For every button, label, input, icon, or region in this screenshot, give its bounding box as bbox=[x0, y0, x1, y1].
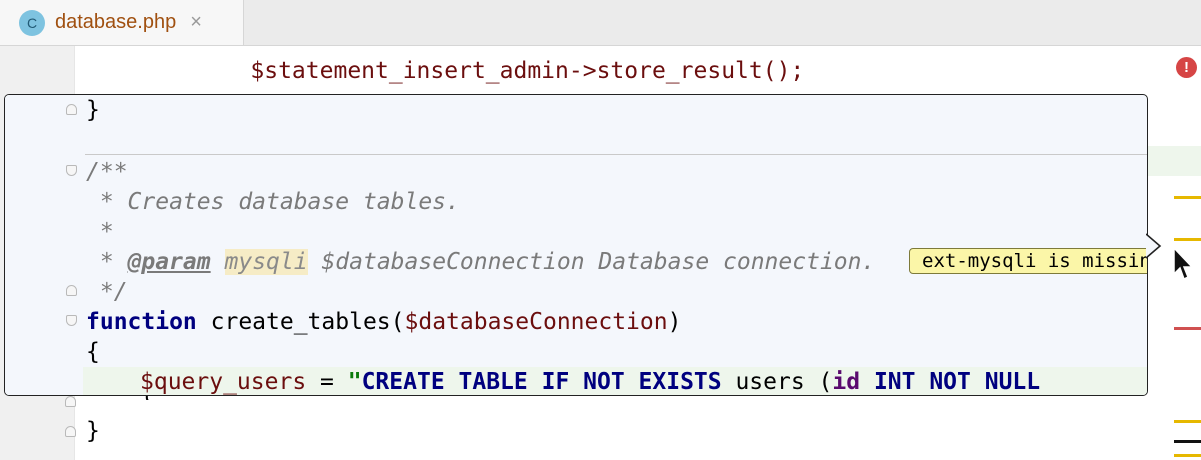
caret-marker[interactable] bbox=[1174, 440, 1201, 443]
function-open-brace: { bbox=[86, 339, 100, 365]
warning-marker[interactable] bbox=[1174, 196, 1201, 199]
fold-marker-icon[interactable] bbox=[66, 315, 77, 326]
error-marker[interactable] bbox=[1174, 327, 1201, 330]
editor-tab-bar: C database.php × bbox=[0, 0, 1201, 46]
code-line-store-result: $statement_insert_admin->store_result(); bbox=[195, 58, 805, 84]
doc-comment-start: /** bbox=[86, 159, 128, 185]
inspection-tooltip: ext-mysqli is missing bbox=[909, 248, 1147, 274]
popup-pointer bbox=[1146, 233, 1162, 259]
code-line-brace: } bbox=[86, 97, 100, 123]
warning-marker[interactable] bbox=[1174, 454, 1201, 457]
fold-marker-icon[interactable] bbox=[66, 285, 77, 296]
fold-marker-icon[interactable] bbox=[66, 104, 77, 115]
doc-comment-param: * @param mysqli $databaseConnection Data… bbox=[86, 249, 876, 275]
fold-marker-icon[interactable] bbox=[65, 396, 76, 407]
error-indicator-icon[interactable]: ! bbox=[1176, 57, 1197, 78]
code-line-closing-brace: } bbox=[86, 418, 100, 444]
doc-comment-end: */ bbox=[86, 279, 128, 305]
doc-comment-empty-line: * bbox=[86, 219, 114, 245]
tab-database-php[interactable]: C database.php × bbox=[0, 0, 244, 45]
fold-marker-icon[interactable] bbox=[65, 426, 76, 437]
code-preview-popup: } /** * Creates database tables. * * @pa… bbox=[4, 94, 1148, 396]
method-separator bbox=[85, 154, 1147, 155]
warning-marker[interactable] bbox=[1174, 238, 1201, 241]
function-declaration: function create_tables($databaseConnecti… bbox=[86, 309, 682, 335]
close-icon[interactable]: × bbox=[190, 11, 202, 34]
query-users-line: $query_users = "CREATE TABLE IF NOT EXIS… bbox=[140, 369, 1041, 395]
warning-marker[interactable] bbox=[1174, 420, 1201, 423]
tab-label: database.php bbox=[55, 11, 177, 33]
php-class-file-icon: C bbox=[19, 9, 45, 36]
doc-comment-description: * Creates database tables. bbox=[86, 189, 460, 215]
line-highlight-extension bbox=[1148, 146, 1201, 176]
popup-gutter bbox=[5, 95, 84, 395]
fold-marker-icon[interactable] bbox=[66, 165, 77, 176]
mouse-pointer-icon bbox=[1173, 246, 1194, 281]
